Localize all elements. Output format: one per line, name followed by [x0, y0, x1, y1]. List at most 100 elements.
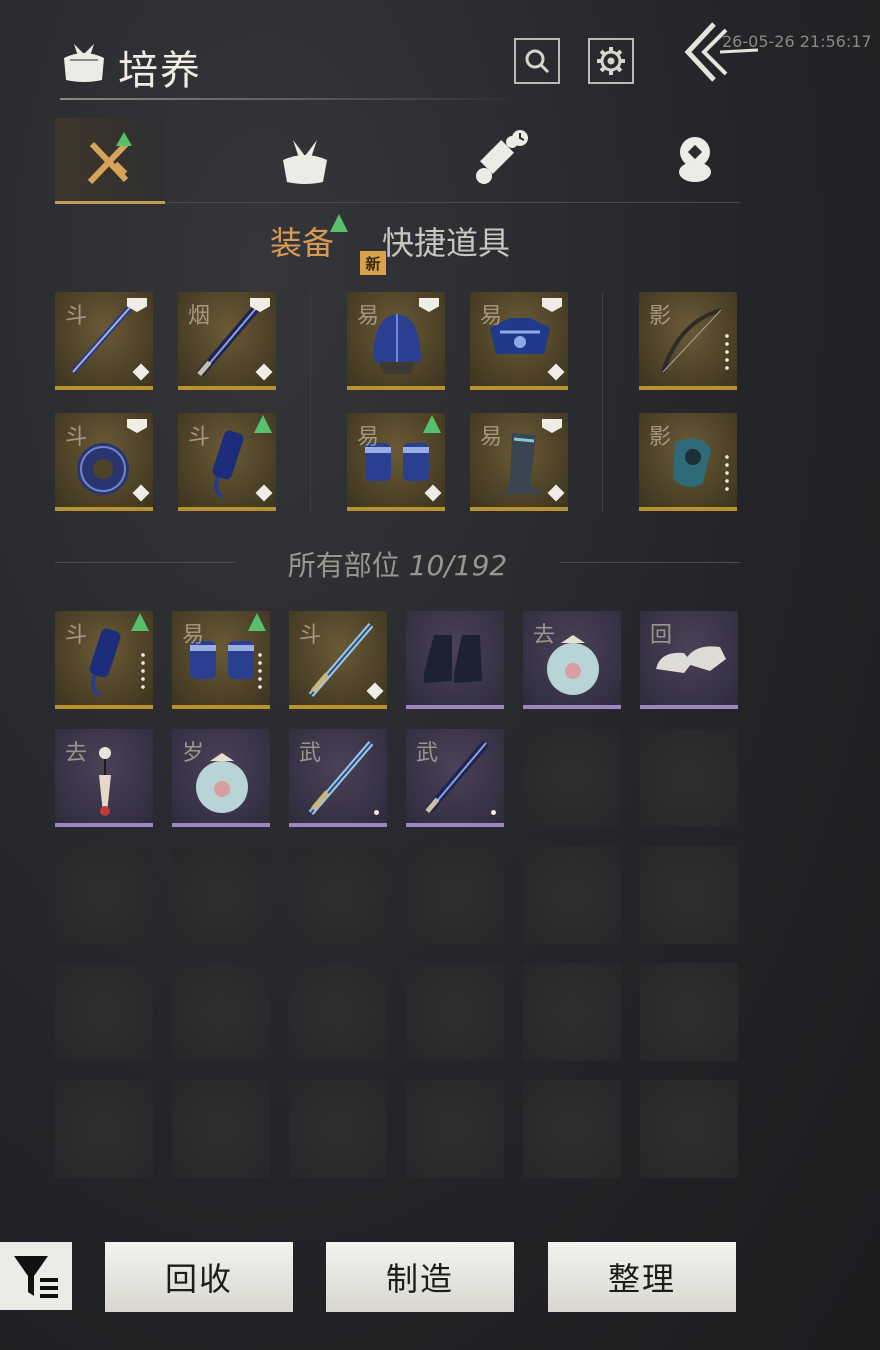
slot-category-tag: 回: [650, 623, 673, 648]
slot-category-tag: 影: [649, 304, 672, 329]
tab-bundle[interactable]: [250, 118, 360, 202]
equipped-slot[interactable]: 易: [470, 413, 568, 511]
inventory-count-value: 10/192: [408, 549, 508, 582]
empty-slot: [523, 1080, 621, 1178]
empty-slot: [172, 963, 270, 1061]
search-icon: [525, 49, 550, 74]
inventory-label: 所有部位: [287, 549, 400, 582]
scroll-icon: [476, 130, 528, 184]
equipped-slot[interactable]: 易: [347, 413, 445, 511]
empty-slot: [55, 1080, 153, 1178]
header: 培养 26-05-26 21:56:17: [0, 0, 880, 110]
upgrade-indicator-icon: [330, 214, 348, 232]
inventory-slot[interactable]: 去: [55, 729, 153, 827]
equipped-slot[interactable]: 斗: [178, 413, 276, 511]
empty-slot: [640, 729, 738, 827]
slot-category-tag: 斗: [65, 623, 88, 648]
empty-slot: [406, 846, 504, 944]
boots-icon: [424, 635, 482, 683]
back-button[interactable]: [680, 20, 760, 84]
slot-category-tag: 斗: [188, 425, 211, 450]
inventory-slot[interactable]: 武: [406, 729, 504, 827]
equipped-slot[interactable]: 易: [347, 292, 445, 390]
dots-indicator-icon: [725, 332, 729, 372]
bundle-icon: [283, 140, 327, 184]
upgrade-arrow-icon: [254, 415, 272, 433]
slot-category-tag: 烟: [188, 304, 211, 329]
tab-weapons[interactable]: [55, 118, 165, 204]
empty-slot: [172, 1080, 270, 1178]
slot-category-tag: 去: [65, 741, 88, 766]
inventory-slot[interactable]: 易: [172, 611, 270, 709]
filter-icon: [14, 1256, 58, 1298]
slot-category-tag: 易: [480, 425, 503, 450]
back-arrow-icon: [684, 22, 759, 82]
tab-equipment[interactable]: 装备: [270, 218, 334, 264]
slot-category-tag: 武: [416, 741, 439, 766]
slot-category-tag: 武: [299, 741, 322, 766]
tab-quick-items[interactable]: 快捷道具: [382, 218, 510, 264]
slot-category-tag: 去: [533, 623, 556, 648]
bottom-bar: 回收 制造 整理: [0, 1236, 880, 1316]
empty-slot: [523, 729, 621, 827]
empty-slot: [523, 963, 621, 1061]
equipped-slot[interactable]: 烟: [178, 292, 276, 390]
empty-slot: [640, 846, 738, 944]
slot-category-tag: 斗: [65, 425, 88, 450]
empty-slot: [523, 846, 621, 944]
empty-slot: [289, 846, 387, 944]
header-divider: [60, 98, 520, 100]
slot-category-tag: 易: [357, 425, 380, 450]
empty-slot: [406, 963, 504, 1061]
slot-divider: [310, 292, 311, 512]
empty-slot: [55, 963, 153, 1061]
craft-button[interactable]: 制造: [326, 1242, 514, 1312]
search-button[interactable]: [514, 38, 560, 84]
slot-category-tag: 斗: [299, 623, 322, 648]
empty-slot: [289, 1080, 387, 1178]
slot-category-tag: 易: [357, 304, 380, 329]
gear-icon: [597, 47, 625, 75]
empty-slot: [406, 1080, 504, 1178]
equipped-slot[interactable]: 斗: [55, 413, 153, 511]
settings-button[interactable]: [588, 38, 634, 84]
slot-divider: [602, 292, 603, 512]
inventory-slot[interactable]: 去: [523, 611, 621, 709]
dot-indicator-icon: [491, 810, 496, 815]
empty-slot: [55, 846, 153, 944]
crossed-swords-icon: [87, 132, 132, 185]
dot-indicator-icon: [374, 810, 379, 815]
empty-slot: [289, 963, 387, 1061]
filter-button[interactable]: [0, 1242, 72, 1310]
organize-button[interactable]: 整理: [548, 1242, 736, 1312]
upgrade-arrow-icon: [423, 415, 441, 433]
recycle-button[interactable]: 回收: [105, 1242, 293, 1312]
inventory-slot[interactable]: 斗: [55, 611, 153, 709]
equipped-slot[interactable]: 易: [470, 292, 568, 390]
inventory-count-row: 所有部位 10/192: [55, 540, 740, 584]
inventory-slot[interactable]: 斗: [289, 611, 387, 709]
slot-category-tag: 易: [480, 304, 503, 329]
bundle-icon: [60, 40, 108, 84]
slot-category-tag: 影: [649, 425, 672, 450]
equipped-slot[interactable]: 斗: [55, 292, 153, 390]
inventory-slot[interactable]: 回: [640, 611, 738, 709]
inventory-slot[interactable]: 岁: [172, 729, 270, 827]
empty-slot: [172, 846, 270, 944]
inventory-slot[interactable]: [406, 611, 504, 709]
dots-indicator-icon: [141, 651, 145, 691]
empty-slot: [640, 1080, 738, 1178]
tab-currency[interactable]: [640, 118, 750, 202]
equipped-slot[interactable]: 影: [639, 413, 737, 511]
upgrade-arrow-icon: [248, 613, 266, 631]
inventory-count: 所有部位 10/192: [55, 544, 740, 584]
category-tabs: 新: [55, 118, 740, 275]
tab-scroll[interactable]: [445, 118, 555, 202]
slot-category-tag: 斗: [65, 304, 88, 329]
inventory-slot[interactable]: 武: [289, 729, 387, 827]
equipped-slot[interactable]: 影: [639, 292, 737, 390]
coin-stack-icon: [679, 137, 711, 182]
slot-category-tag: 易: [182, 623, 205, 648]
dots-indicator-icon: [725, 453, 729, 493]
page-title: 培养: [118, 48, 202, 94]
